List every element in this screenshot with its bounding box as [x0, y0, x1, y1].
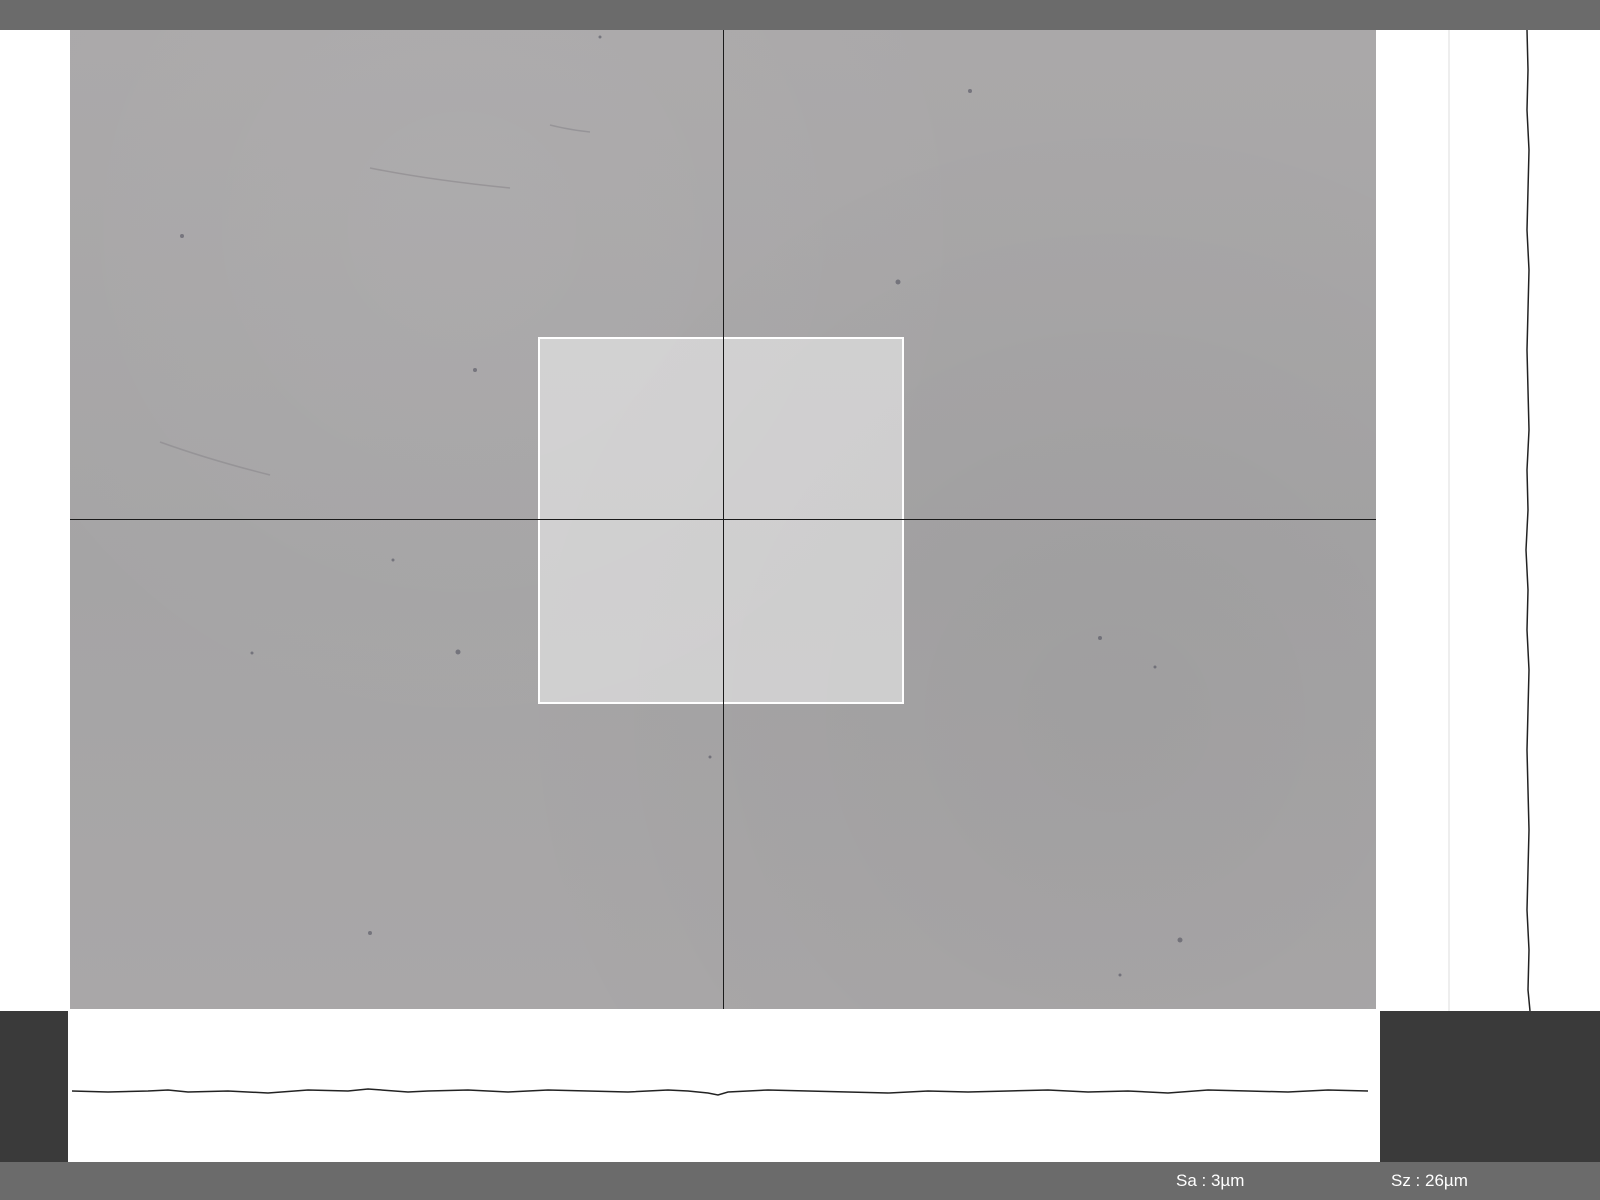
surface-image-viewport[interactable] — [70, 30, 1376, 1009]
horizontal-profile-panel — [68, 1011, 1380, 1162]
crosshair-horizontal-line[interactable] — [70, 519, 1376, 520]
horizontal-profile-graph — [71, 1088, 1369, 1096]
sz-roughness-value: Sz : 26µm — [1391, 1171, 1468, 1190]
selection-roi-box[interactable] — [538, 337, 904, 704]
top-bar — [0, 0, 1600, 30]
bottom-left-panel — [0, 1011, 68, 1162]
left-margin — [0, 30, 70, 1011]
sa-roughness-value: Sa : 3µm — [1176, 1171, 1245, 1190]
status-bar: Sa : 3µm Sz : 26µm — [0, 1162, 1600, 1200]
bottom-right-panel — [1380, 1011, 1600, 1162]
vertical-profile-graph — [1525, 30, 1531, 1011]
